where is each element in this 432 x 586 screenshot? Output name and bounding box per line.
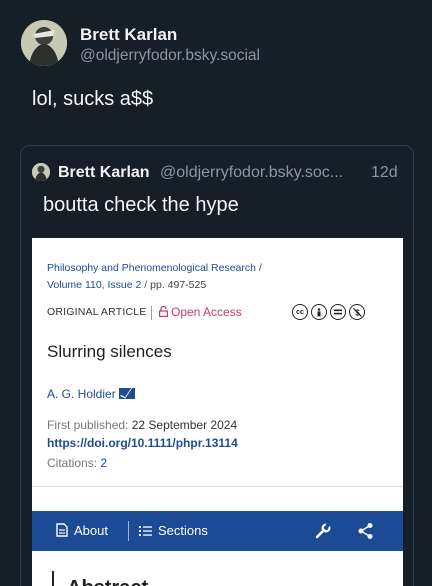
quoted-author-name: Brett Karlan — [58, 164, 150, 181]
open-lock-icon — [159, 306, 168, 317]
abstract-heading: Abstract — [67, 577, 148, 586]
document-icon — [56, 523, 68, 537]
non-commercial-icon: $ — [349, 304, 365, 320]
section-divider — [32, 486, 403, 487]
abstract-accent-bar — [52, 571, 54, 586]
share-icon — [358, 523, 373, 539]
list-icon — [139, 526, 152, 536]
first-published-date: 22 September 2024 — [131, 418, 238, 432]
divider — [151, 306, 152, 320]
article-author: A. G. Holdier — [47, 387, 135, 401]
about-tab: About — [56, 523, 108, 538]
first-published-label: First published: — [47, 418, 129, 432]
article-navbar: About Sections — [32, 511, 403, 551]
quoted-author-handle: @oldjerryfodor.bsky.soc... — [160, 164, 344, 181]
citations: Citations: 2 — [47, 456, 107, 470]
article-title: Slurring silences — [47, 342, 172, 361]
first-published: First published: 22 September 2024 — [47, 418, 237, 432]
sections-tab: Sections — [139, 523, 208, 538]
article-meta-row: ORIGINAL ARTICLE Open Access cc — [47, 304, 392, 322]
attribution-icon — [311, 304, 327, 320]
post[interactable]: Brett Karlan @oldjerryfodor.bsky.social … — [0, 0, 432, 586]
article-type: ORIGINAL ARTICLE — [47, 306, 147, 318]
author-avatar[interactable] — [21, 20, 67, 66]
journal-pages: pp. 497-525 — [150, 279, 207, 291]
no-derivatives-icon — [330, 304, 346, 320]
cc-icon: cc — [292, 304, 308, 320]
open-access-badge: Open Access — [159, 305, 242, 319]
journal-volume: Volume 110, Issue 2 — [47, 279, 142, 291]
quoted-post[interactable]: Brett Karlan @oldjerryfodor.bsky.soc... … — [20, 145, 414, 586]
citations-count: 2 — [100, 456, 108, 470]
license-icons: cc $ — [292, 304, 365, 320]
doi-link: https://doi.org/10.1111/phpr.13114 — [47, 436, 238, 450]
author-handle[interactable]: @oldjerryfodor.bsky.social — [80, 47, 260, 65]
author-name[interactable]: Brett Karlan — [80, 25, 177, 45]
quoted-post-text: boutta check the hype — [43, 194, 239, 216]
article-author-name: A. G. Holdier — [47, 387, 116, 401]
wrench-icon — [315, 522, 331, 539]
citations-label: Citations: — [47, 456, 98, 470]
attached-image[interactable]: Philosophy and Phenomenological Research… — [32, 238, 403, 586]
journal-name: Philosophy and Phenomenological Research — [47, 262, 256, 274]
quoted-author-avatar — [32, 163, 50, 181]
mail-icon — [118, 388, 135, 399]
sections-label: Sections — [158, 523, 208, 538]
post-text: lol, sucks a$$ — [32, 88, 154, 110]
quoted-post-age: 12d — [371, 164, 398, 181]
nav-divider — [128, 521, 129, 541]
journal-info: Philosophy and Phenomenological Research… — [47, 262, 262, 291]
about-label: About — [74, 523, 108, 538]
open-access-label: Open Access — [171, 305, 242, 319]
